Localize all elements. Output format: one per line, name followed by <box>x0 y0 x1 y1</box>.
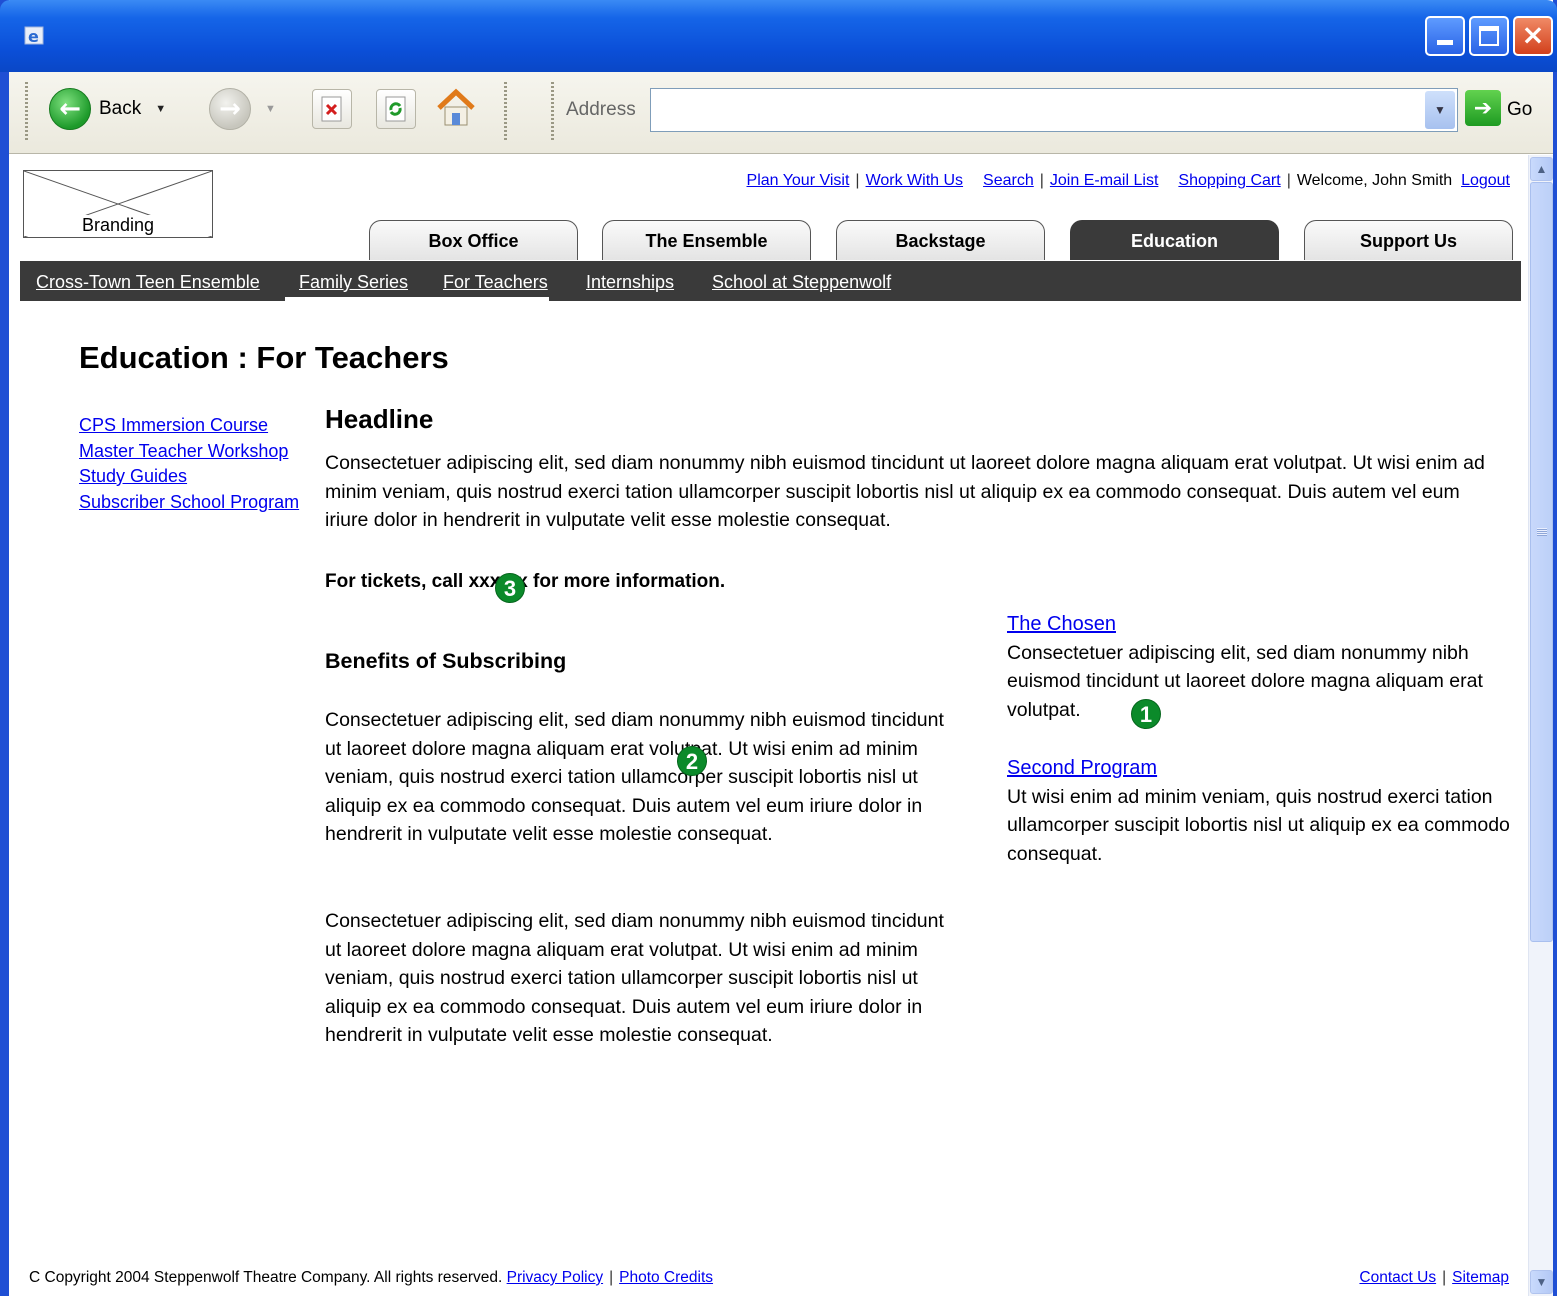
search-link[interactable]: Search <box>983 172 1034 189</box>
annotation-callout-2: 2 <box>677 746 707 776</box>
refresh-icon <box>376 89 416 129</box>
program-description: Consectetuer adipiscing elit, sed diam n… <box>1007 641 1483 721</box>
go-icon[interactable]: ➔ <box>1465 90 1501 126</box>
maximize-button[interactable] <box>1469 16 1509 56</box>
welcome-text: Welcome, John Smith <box>1296 172 1453 189</box>
toolbar-grip[interactable] <box>504 82 507 140</box>
benefits-paragraph: Consectetuer adipiscing elit, sed diam n… <box>325 910 944 1047</box>
address-label: Address <box>566 99 636 120</box>
page-title: Education : For Teachers <box>79 340 449 375</box>
benefits-paragraph: Consectetuer adipiscing elit, sed diam n… <box>325 709 944 846</box>
subnav-cross-town-teen-ensemble[interactable]: Cross-Town Teen Ensemble <box>36 272 260 293</box>
program-title-link[interactable]: Second Program <box>1007 754 1527 783</box>
scroll-down-icon[interactable]: ▼ <box>1530 1270 1553 1294</box>
main-content: Headline Consectetuer adipiscing elit, s… <box>325 404 1495 535</box>
tab-box-office[interactable]: Box Office <box>369 220 578 260</box>
go-button[interactable]: Go <box>1507 99 1532 121</box>
scrollbar-thumb[interactable] <box>1530 182 1553 942</box>
forward-arrow-icon: → <box>209 88 251 130</box>
subnav-family-series[interactable]: Family Series <box>299 272 408 293</box>
back-button[interactable]: ← Back ▼ <box>49 88 166 130</box>
program-description: Ut wisi enim ad minim veniam, quis nostr… <box>1007 785 1510 865</box>
subnav-school-at-steppenwolf[interactable]: School at Steppenwolf <box>712 272 891 293</box>
leftnav-study-guides[interactable]: Study Guides <box>79 464 299 490</box>
leftnav-subscriber-school-program[interactable]: Subscriber School Program <box>79 490 299 516</box>
close-icon: × <box>1521 18 1545 51</box>
headline: Headline <box>325 404 434 434</box>
shopping-cart-link[interactable]: Shopping Cart <box>1178 172 1280 189</box>
privacy-policy-link[interactable]: Privacy Policy <box>507 1269 603 1286</box>
leftnav-cps-immersion-course[interactable]: CPS Immersion Course <box>79 413 299 439</box>
refresh-button[interactable] <box>376 89 416 129</box>
tab-the-ensemble[interactable]: The Ensemble <box>602 220 811 260</box>
toolbar-grip[interactable] <box>551 82 554 140</box>
browser-toolbar: ← Back ▼ → ▼ Address ▼ ➔ Go <box>9 72 1553 154</box>
branding-placeholder: Branding <box>23 170 213 238</box>
tab-backstage[interactable]: Backstage <box>836 220 1045 260</box>
work-with-us-link[interactable]: Work With Us <box>866 172 963 189</box>
page-viewport: Branding Plan Your Visit | Work With Us Sea… <box>9 155 1528 1296</box>
svg-text:e: e <box>28 27 39 46</box>
forward-button[interactable]: → ▼ <box>209 88 276 130</box>
scroll-grip-icon <box>1537 528 1547 536</box>
tickets-note: For tickets, call xxx-xx for more inform… <box>325 571 726 592</box>
sitemap-link[interactable]: Sitemap <box>1452 1269 1509 1286</box>
contact-us-link[interactable]: Contact Us <box>1359 1269 1436 1286</box>
logout-link[interactable]: Logout <box>1461 172 1510 189</box>
tab-education[interactable]: Education <box>1070 220 1279 260</box>
plan-visit-link[interactable]: Plan Your Visit <box>747 172 850 189</box>
photo-credits-link[interactable]: Photo Credits <box>619 1269 713 1286</box>
title-bar: e × <box>0 0 1557 72</box>
vertical-scrollbar[interactable]: ▲ ▼ <box>1528 155 1553 1296</box>
ie-icon: e <box>24 26 44 46</box>
address-dropdown-icon[interactable]: ▼ <box>1425 91 1455 129</box>
stop-icon <box>312 89 352 129</box>
stop-button[interactable] <box>312 89 352 129</box>
back-label: Back <box>99 98 142 119</box>
home-button[interactable] <box>433 85 479 131</box>
scroll-up-icon[interactable]: ▲ <box>1530 157 1553 181</box>
intro-paragraph: Consectetuer adipiscing elit, sed diam n… <box>325 452 1485 531</box>
leftnav-master-teacher-workshop[interactable]: Master Teacher Workshop <box>79 439 299 465</box>
home-icon <box>437 88 475 126</box>
subnav-internships[interactable]: Internships <box>586 272 674 293</box>
subnav-active-indicator <box>285 297 549 301</box>
maximize-icon <box>1479 26 1499 46</box>
left-nav: CPS Immersion Course Master Teacher Work… <box>79 413 299 515</box>
back-arrow-icon: ← <box>49 88 91 130</box>
minimize-button[interactable] <box>1425 16 1465 56</box>
copyright-text: C Copyright 2004 Steppenwolf Theatre Com… <box>29 1269 503 1286</box>
join-email-link[interactable]: Join E-mail List <box>1050 172 1158 189</box>
annotation-callout-3: 3 <box>495 573 525 603</box>
program-item: Second Program Ut wisi enim ad minim ven… <box>1007 754 1527 868</box>
branding-label: Branding <box>24 215 212 236</box>
toolbar-grip[interactable] <box>25 82 28 140</box>
program-title-link[interactable]: The Chosen <box>1007 610 1527 639</box>
back-dropdown-icon[interactable]: ▼ <box>155 103 166 115</box>
close-button[interactable]: × <box>1513 16 1553 56</box>
address-bar[interactable]: ▼ <box>650 88 1458 132</box>
benefits-heading: Benefits of Subscribing <box>325 649 567 673</box>
tab-support-us[interactable]: Support Us <box>1304 220 1513 260</box>
forward-dropdown-icon[interactable]: ▼ <box>265 103 276 115</box>
annotation-callout-1: 1 <box>1131 699 1161 729</box>
subnav-for-teachers[interactable]: For Teachers <box>443 272 548 293</box>
footer: C Copyright 2004 Steppenwolf Theatre Com… <box>29 1269 1509 1286</box>
minimize-icon <box>1437 40 1453 45</box>
program-item: The Chosen Consectetuer adipiscing elit,… <box>1007 610 1527 724</box>
sub-nav: Cross-Town Teen Ensemble Family Series F… <box>20 261 1521 301</box>
utility-nav: Plan Your Visit | Work With Us Search | Join … <box>746 172 1510 189</box>
